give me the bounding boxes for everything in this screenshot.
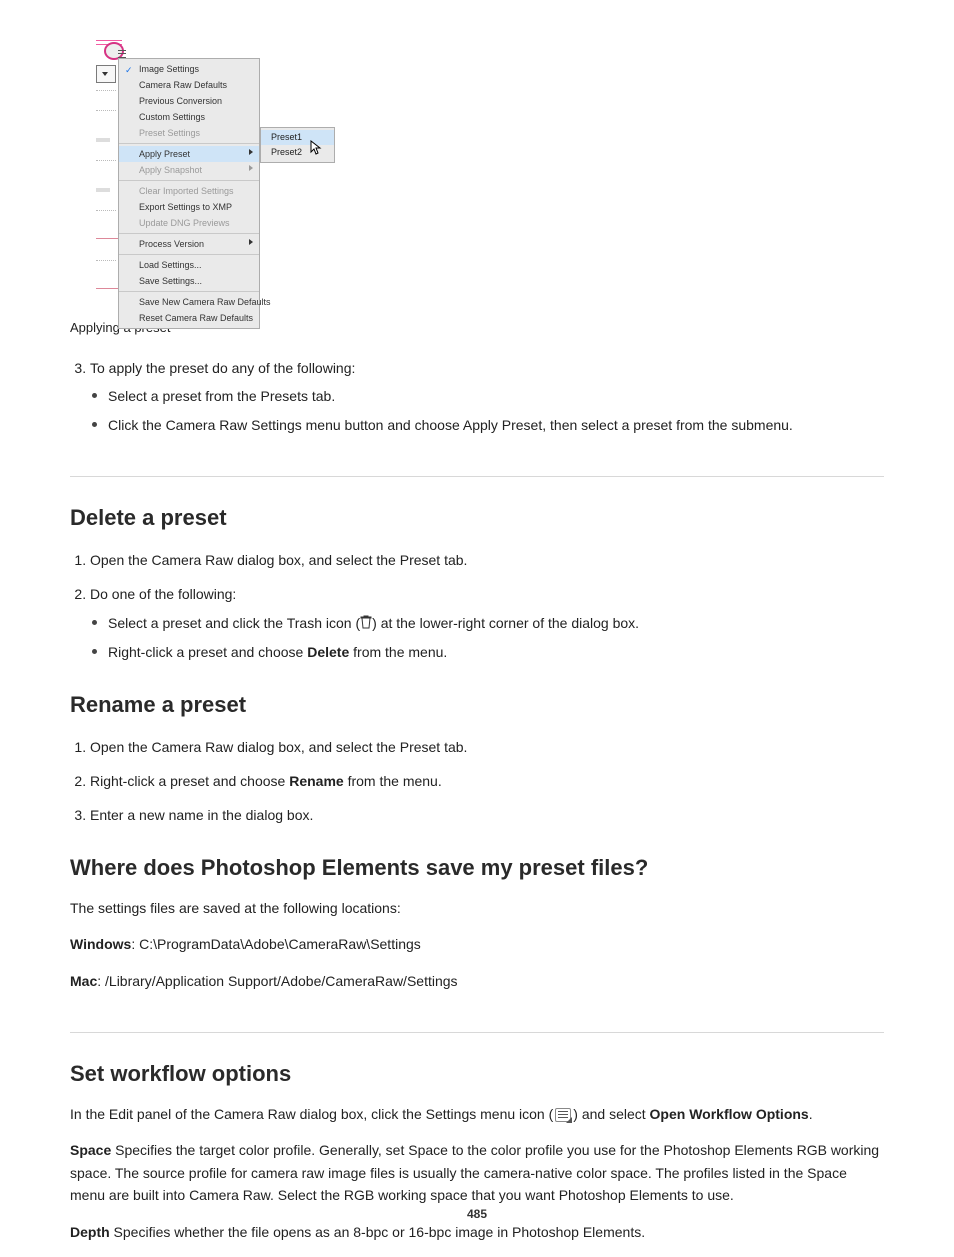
submenu-arrow-icon (249, 149, 253, 155)
menu-label: Save New Camera Raw Defaults (139, 297, 271, 307)
menu-apply-snapshot: Apply Snapshot (119, 162, 259, 178)
submenu-preset1[interactable]: Preset1 (261, 130, 334, 145)
menu-label: Camera Raw Defaults (139, 80, 227, 90)
menu-label: Apply Snapshot (139, 165, 202, 175)
menu-label: Clear Imported Settings (139, 186, 234, 196)
menu-label: Load Settings... (139, 260, 202, 270)
menu-label: Previous Conversion (139, 96, 222, 106)
panel-dropdown[interactable] (96, 65, 116, 83)
menu-custom-settings[interactable]: Custom Settings (119, 109, 259, 125)
section-title-delete: Delete a preset (70, 505, 884, 531)
menu-label: Preset Settings (139, 128, 200, 138)
submenu-arrow-icon (249, 239, 253, 245)
cursor-icon (310, 140, 320, 154)
settings-menu-icon (555, 1108, 571, 1122)
section-title-workflow: Set workflow options (70, 1061, 884, 1087)
section-title-files: Where does Photoshop Elements save my pr… (70, 855, 884, 881)
step-text: Enter a new name in the dialog box. (90, 804, 884, 826)
bullet: Click the Camera Raw Settings menu butto… (90, 414, 884, 436)
submenu-arrow-icon (249, 165, 253, 171)
divider (70, 476, 884, 477)
menu-label: Apply Preset (139, 149, 190, 159)
menu-update-dng: Update DNG Previews (119, 215, 259, 231)
page-number: 485 (0, 1207, 954, 1221)
step-text: To apply the preset do any of the follow… (90, 360, 355, 376)
submenu-preset2[interactable]: Preset2 (261, 145, 334, 160)
submenu-label: Preset2 (271, 147, 302, 157)
menu-camera-raw-defaults[interactable]: Camera Raw Defaults (119, 77, 259, 93)
menu-clear-imported: Clear Imported Settings (119, 183, 259, 199)
step-text: Do one of the following: (90, 586, 236, 602)
paragraph: Windows: C:\ProgramData\Adobe\CameraRaw\… (70, 933, 884, 955)
section-title-rename: Rename a preset (70, 692, 884, 718)
paragraph: In the Edit panel of the Camera Raw dial… (70, 1103, 884, 1125)
step-text: Open the Camera Raw dialog box, and sele… (90, 736, 884, 758)
step-text: Open the Camera Raw dialog box, and sele… (90, 549, 884, 571)
step-text: Right-click a preset and choose Rename f… (90, 770, 884, 792)
menu-export-xmp[interactable]: Export Settings to XMP (119, 199, 259, 215)
paragraph: Depth Specifies whether the file opens a… (70, 1221, 884, 1243)
menu-save-new-defaults[interactable]: Save New Camera Raw Defaults (119, 294, 259, 310)
submenu-label: Preset1 (271, 132, 302, 142)
camera-raw-menu-screenshot: ✓ Image Settings Camera Raw Defaults Pre… (96, 40, 342, 308)
paragraph: The settings files are saved at the foll… (70, 897, 884, 919)
menu-label: Save Settings... (139, 276, 202, 286)
menu-label: Custom Settings (139, 112, 205, 122)
divider (70, 1032, 884, 1033)
menu-save-settings[interactable]: Save Settings... (119, 273, 259, 289)
menu-previous-conversion[interactable]: Previous Conversion (119, 93, 259, 109)
menu-label: Process Version (139, 239, 204, 249)
menu-preset-settings: Preset Settings (119, 125, 259, 141)
menu-process-version[interactable]: Process Version (119, 236, 259, 252)
menu-image-settings[interactable]: ✓ Image Settings (119, 61, 259, 77)
bullet: Right-click a preset and choose Delete f… (90, 641, 884, 663)
paragraph: Space Specifies the target color profile… (70, 1139, 884, 1206)
apply-preset-submenu: Preset1 Preset2 (260, 127, 335, 163)
paragraph: Mac: /Library/Application Support/Adobe/… (70, 970, 884, 992)
menu-label: Image Settings (139, 64, 199, 74)
menu-reset-defaults[interactable]: Reset Camera Raw Defaults (119, 310, 259, 326)
apply-preset-steps: To apply the preset do any of the follow… (70, 357, 884, 436)
menu-label: Export Settings to XMP (139, 202, 232, 212)
menu-apply-preset[interactable]: Apply Preset (119, 146, 259, 162)
menu-label: Update DNG Previews (139, 218, 230, 228)
menu-label: Reset Camera Raw Defaults (139, 313, 253, 323)
bullet: Select a preset from the Presets tab. (90, 385, 884, 407)
bullet: Select a preset and click the Trash icon… (90, 612, 884, 635)
settings-context-menu: ✓ Image Settings Camera Raw Defaults Pre… (118, 58, 260, 329)
trash-icon (360, 613, 372, 635)
menu-load-settings[interactable]: Load Settings... (119, 257, 259, 273)
